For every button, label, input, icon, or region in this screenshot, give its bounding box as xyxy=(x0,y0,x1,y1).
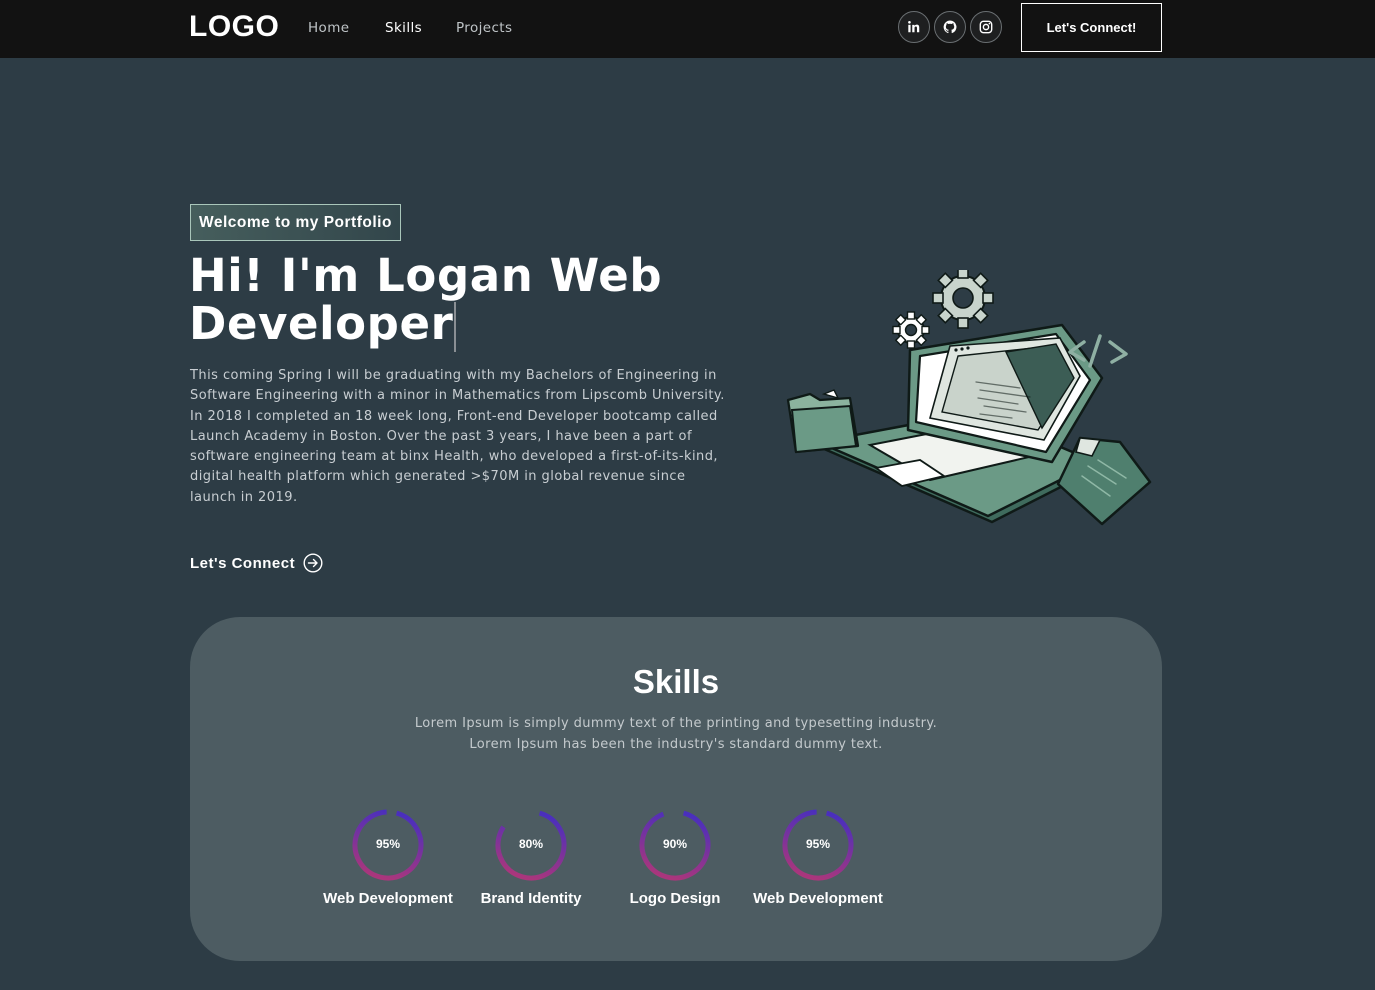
skill-item: 90% Logo Design xyxy=(600,807,750,907)
arrow-circle-right-icon xyxy=(303,553,323,573)
skill-name: Logo Design xyxy=(629,890,721,907)
skill-percent: 90% xyxy=(662,837,688,851)
nav-link-skills[interactable]: Skills xyxy=(385,20,422,36)
instagram-icon xyxy=(979,20,993,34)
skills-description-line-2: Lorem Ipsum has been the industry's stan… xyxy=(469,736,883,752)
skill-item: 80% Brand Identity xyxy=(456,807,606,907)
github-button[interactable] xyxy=(934,11,966,43)
hero-connect-label: Let's Connect xyxy=(190,554,296,572)
skills-description-line-1: Lorem Ipsum is simply dummy text of the … xyxy=(414,716,938,731)
skills-title: Skills xyxy=(632,663,720,700)
nav-link-projects[interactable]: Projects xyxy=(456,20,512,36)
hero-description: This coming Spring I will be graduating … xyxy=(190,368,725,505)
skill-percent: 95% xyxy=(805,837,831,851)
skill-item: 95% Web Development xyxy=(743,807,893,907)
skill-item: 95% Web Development xyxy=(313,807,463,907)
skills-section: Skills Lorem Ipsum is simply dummy text … xyxy=(190,617,1162,961)
instagram-button[interactable] xyxy=(970,11,1002,43)
skill-name: Web Development xyxy=(753,890,883,907)
github-icon xyxy=(943,20,957,34)
hero-title-text: Hi! I'm Logan Web Developer xyxy=(189,249,663,350)
linkedin-icon xyxy=(908,20,920,33)
hero-connect-link[interactable]: Let's Connect xyxy=(190,552,323,574)
welcome-tagline: Welcome to my Portfolio xyxy=(190,204,401,241)
skill-percent: 95% xyxy=(375,837,401,851)
skills-description: Lorem Ipsum is simply dummy text of the … xyxy=(190,714,1162,755)
navbar: LOGO Home Skills Projects Let's Connect! xyxy=(0,0,1375,58)
skill-percent: 80% xyxy=(518,837,544,851)
hero-title: Hi! I'm Logan Web Developer xyxy=(189,252,749,352)
typing-cursor xyxy=(454,302,457,352)
skill-name: Web Development xyxy=(323,890,453,907)
skill-name: Brand Identity xyxy=(480,890,582,907)
linkedin-button[interactable] xyxy=(898,11,930,43)
lets-connect-button[interactable]: Let's Connect! xyxy=(1021,3,1162,52)
logo[interactable]: LOGO xyxy=(189,10,279,44)
nav-link-home[interactable]: Home xyxy=(308,20,349,36)
laptop-code-illustration xyxy=(786,270,1152,526)
